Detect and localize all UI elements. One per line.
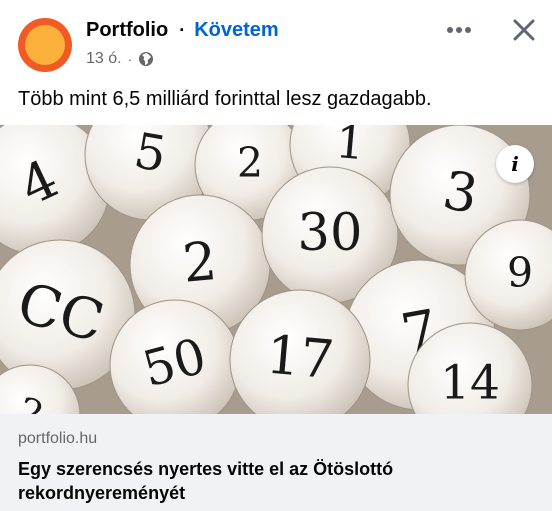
ball-number: 30 — [298, 204, 363, 263]
name-row: Portfolio · Követem — [86, 19, 279, 42]
close-button[interactable] — [508, 14, 540, 46]
post-header: Portfolio · Követem 13 ó. · — [0, 0, 552, 84]
link-domain: portfolio.hu — [18, 430, 98, 447]
post-meta: 13 ó. · — [86, 50, 154, 68]
more-options-icon — [447, 27, 471, 33]
name-separator: · — [179, 20, 186, 40]
follow-button[interactable]: Követem — [194, 19, 278, 42]
ball-number: 14 — [440, 356, 500, 411]
post-timestamp[interactable]: 13 ó. — [86, 50, 122, 68]
ball-number: 2 — [180, 231, 219, 295]
link-headline: Egy szerencsés nyertes vitte el az Ötösl… — [18, 459, 394, 503]
avatar-logo — [25, 25, 65, 65]
lottery-balls-image: 4 5 2 1CC2 3037950 17 142 — [0, 125, 552, 414]
link-preview[interactable]: portfolio.hu Egy szerencsés nyertes vitt… — [0, 414, 552, 511]
post-image[interactable]: 4 5 2 1 CC 2 30 3 7 9 50 17 14 2 — [0, 125, 552, 414]
page-avatar[interactable] — [18, 18, 72, 72]
close-icon — [513, 19, 535, 41]
info-button[interactable]: i — [496, 145, 534, 183]
globe-icon — [138, 51, 154, 67]
ball-number: 1 — [334, 125, 367, 170]
page-name[interactable]: Portfolio — [86, 19, 168, 42]
feed-post: Portfolio · Követem 13 ó. · Több mint 6,… — [0, 0, 552, 511]
post-text: Több mint 6,5 milliárd forinttal lesz ga… — [18, 88, 432, 110]
info-icon: i — [511, 152, 519, 176]
ball-number: 9 — [507, 249, 533, 297]
more-options-button[interactable] — [443, 14, 475, 46]
ball-number: 2 — [237, 139, 263, 187]
meta-separator: · — [127, 51, 133, 67]
ball-number: 17 — [264, 325, 337, 392]
